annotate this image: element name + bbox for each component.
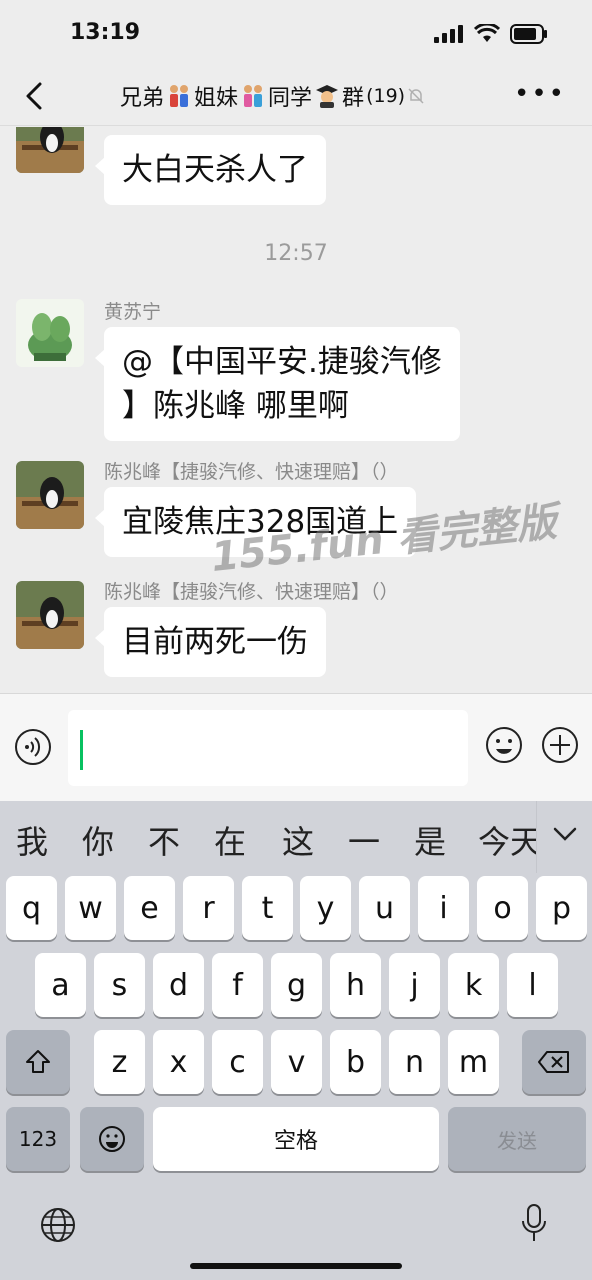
backspace-icon xyxy=(538,1051,569,1073)
key-o[interactable]: o xyxy=(477,876,528,940)
candidate-bar: 我 你 不 在 这 一 是 今天 xyxy=(0,801,592,873)
key-g[interactable]: g xyxy=(271,953,322,1017)
key-l[interactable]: l xyxy=(507,953,558,1017)
numbers-key[interactable]: 123 xyxy=(6,1107,70,1171)
key-y[interactable]: y xyxy=(300,876,351,940)
input-bar xyxy=(0,693,592,801)
key-e[interactable]: e xyxy=(124,876,175,940)
signal-icon xyxy=(434,25,463,43)
candidate-word[interactable]: 不 xyxy=(148,817,180,863)
key-i[interactable]: i xyxy=(418,876,469,940)
message-bubble[interactable]: @【中国平安.捷骏汽修 】陈兆峰 哪里啊 xyxy=(95,327,460,441)
candidate-word[interactable]: 你 xyxy=(82,817,114,863)
emoji-key[interactable] xyxy=(80,1107,144,1171)
key-j[interactable]: j xyxy=(389,953,440,1017)
dog-avatar-image xyxy=(16,461,84,529)
message-line: 】陈兆峰 哪里啊 xyxy=(122,388,349,424)
girls-emoji-icon xyxy=(244,85,263,107)
key-d[interactable]: d xyxy=(153,953,204,1017)
sender-name: 陈兆峰【捷骏汽修、快速理赔】（） xyxy=(104,581,399,603)
message-input[interactable] xyxy=(68,710,468,786)
emoji-icon[interactable] xyxy=(484,725,524,765)
dog-avatar-image xyxy=(16,127,84,173)
home-indicator[interactable] xyxy=(190,1263,402,1269)
title-part-3: 同学 xyxy=(268,86,313,111)
battery-icon xyxy=(510,24,547,44)
text-caret xyxy=(80,730,83,770)
key-z[interactable]: z xyxy=(94,1030,145,1094)
key-s[interactable]: s xyxy=(94,953,145,1017)
key-c[interactable]: c xyxy=(212,1030,263,1094)
title-part-4: 群 xyxy=(342,86,365,111)
candidate-word[interactable]: 一 xyxy=(348,817,380,863)
message-line: @【中国平安.捷骏汽修 xyxy=(122,344,442,380)
group-title: 兄弟 姐妹 同学 群 (19) xyxy=(120,80,425,112)
key-k[interactable]: k xyxy=(448,953,499,1017)
keyboard: 我 你 不 在 这 一 是 今天 q w e r t y u i o p a s… xyxy=(0,801,592,1280)
sender-name: 黄苏宁 xyxy=(104,301,162,323)
shift-key[interactable] xyxy=(6,1030,70,1094)
member-count: (19) xyxy=(366,85,406,107)
key-q[interactable]: q xyxy=(6,876,57,940)
more-button[interactable]: ••• xyxy=(514,81,566,107)
key-r[interactable]: r xyxy=(183,876,234,940)
nav-bar: 兄弟 姐妹 同学 群 (19) ••• xyxy=(0,66,592,126)
avatar-dog[interactable] xyxy=(16,127,84,173)
title-part-2: 姐妹 xyxy=(194,86,239,111)
key-n[interactable]: n xyxy=(389,1030,440,1094)
key-a[interactable]: a xyxy=(35,953,86,1017)
plant-avatar-image xyxy=(16,299,84,367)
message-time: 12:57 xyxy=(264,241,328,266)
shift-icon xyxy=(26,1050,50,1073)
title-part-1: 兄弟 xyxy=(120,86,165,111)
back-button[interactable] xyxy=(18,78,54,114)
status-icons xyxy=(434,24,548,44)
student-emoji-icon xyxy=(316,85,339,108)
send-key[interactable]: 发送 xyxy=(448,1107,586,1171)
chevron-down-icon xyxy=(553,827,577,841)
avatar-dog[interactable] xyxy=(16,461,84,529)
couple-emoji-icon xyxy=(170,85,189,107)
key-m[interactable]: m xyxy=(448,1030,499,1094)
space-key[interactable]: 空格 xyxy=(153,1107,439,1171)
status-time: 13:19 xyxy=(70,20,141,45)
emoji-icon xyxy=(99,1126,125,1152)
key-u[interactable]: u xyxy=(359,876,410,940)
key-v[interactable]: v xyxy=(271,1030,322,1094)
message-bubble[interactable]: 大白天杀人了 xyxy=(95,135,326,205)
key-t[interactable]: t xyxy=(242,876,293,940)
candidate-word[interactable]: 今天 xyxy=(478,817,542,863)
candidate-word[interactable]: 这 xyxy=(282,817,314,863)
key-x[interactable]: x xyxy=(153,1030,204,1094)
globe-icon[interactable] xyxy=(38,1205,78,1245)
candidate-word[interactable]: 在 xyxy=(214,817,246,863)
status-bar: 13:19 xyxy=(0,0,592,66)
candidate-word[interactable]: 我 xyxy=(16,817,48,863)
plus-icon[interactable] xyxy=(540,725,580,765)
microphone-icon[interactable] xyxy=(518,1203,550,1245)
key-f[interactable]: f xyxy=(212,953,263,1017)
dog-avatar-image xyxy=(16,581,84,649)
candidate-word[interactable]: 是 xyxy=(414,817,446,863)
key-w[interactable]: w xyxy=(65,876,116,940)
key-p[interactable]: p xyxy=(536,876,587,940)
sender-name: 陈兆峰【捷骏汽修、快速理赔】（） xyxy=(104,461,399,483)
backspace-key[interactable] xyxy=(522,1030,586,1094)
message-bubble[interactable]: 目前两死一伤 xyxy=(95,607,326,677)
chat-area[interactable]: 大白天杀人了 12:57 黄苏宁 @【中国平安.捷骏汽修 】陈兆峰 哪里啊 陈兆… xyxy=(0,127,592,693)
avatar-dog[interactable] xyxy=(16,581,84,649)
avatar-plant[interactable] xyxy=(16,299,84,367)
wifi-icon xyxy=(474,24,500,42)
voice-icon[interactable] xyxy=(14,728,52,766)
mute-bell-icon xyxy=(408,88,424,104)
expand-candidates-button[interactable] xyxy=(536,801,592,873)
key-h[interactable]: h xyxy=(330,953,381,1017)
key-b[interactable]: b xyxy=(330,1030,381,1094)
